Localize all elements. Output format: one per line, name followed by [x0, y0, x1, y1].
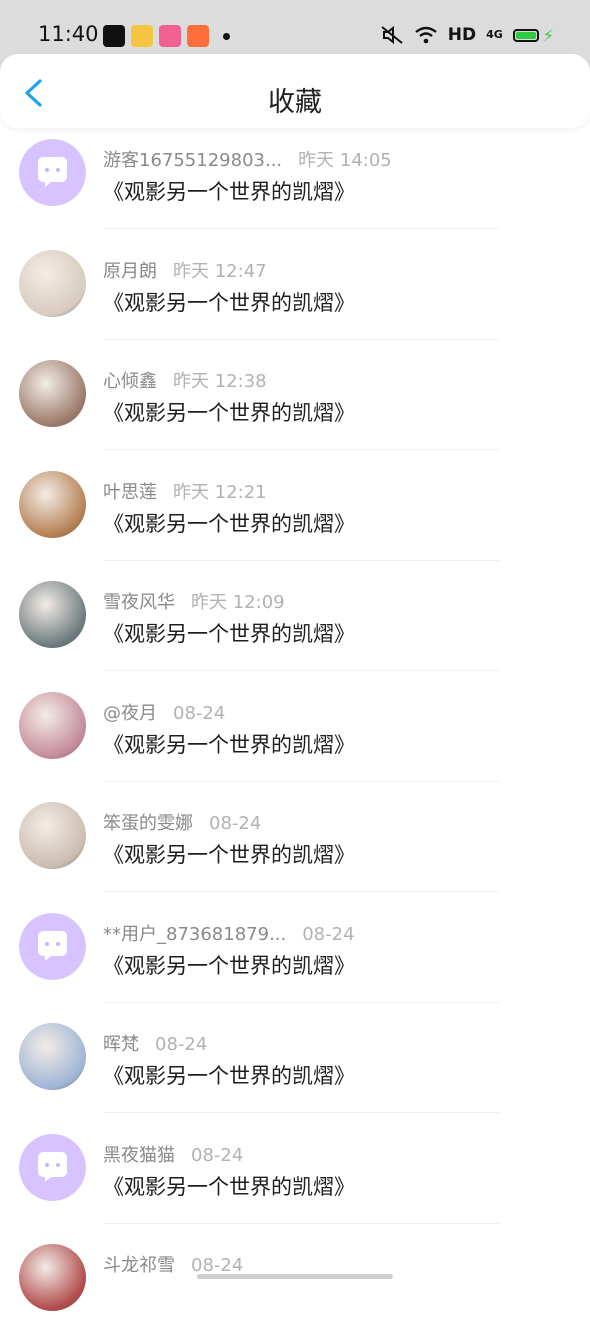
- avatar[interactable]: [19, 360, 86, 427]
- hd-label: HD: [447, 25, 477, 45]
- favorite-content[interactable]: 《观影另一个世界的凯熠》: [103, 176, 355, 206]
- timestamp: 08-24: [155, 1034, 208, 1055]
- battery-icon: [512, 28, 539, 42]
- charging-icon: ⚡: [542, 25, 554, 45]
- divider: [103, 228, 500, 229]
- item-meta: **用户_873681879... 08-24: [103, 920, 355, 946]
- notification-icons: [103, 25, 230, 47]
- page-title: 收藏: [268, 87, 322, 118]
- item-meta: 黑夜猫猫 08-24: [103, 1141, 243, 1167]
- avatar[interactable]: [19, 470, 86, 538]
- favorite-content[interactable]: 《观影另一个世界的凯熠》: [103, 839, 355, 869]
- avatar[interactable]: [19, 691, 86, 759]
- user-name[interactable]: 心倾鑫: [103, 371, 157, 392]
- timestamp: 昨天 12:09: [191, 592, 285, 613]
- item-meta: 游客16755129803... 昨天 14:05: [103, 146, 392, 172]
- avatar[interactable]: [19, 802, 86, 869]
- divider: [103, 1112, 500, 1113]
- divider: [103, 338, 500, 340]
- favorite-content[interactable]: 《观影另一个世界的凯熠》: [103, 397, 355, 427]
- divider: [103, 1222, 500, 1224]
- favorite-item[interactable]: 笨蛋的雯娜 08-24 《观影另一个世界的凯熠》: [0, 791, 590, 902]
- item-meta: 笨蛋的雯娜 08-24: [103, 809, 261, 835]
- favorite-content[interactable]: 《观影另一个世界的凯熠》: [103, 729, 355, 759]
- item-meta: 雪夜风华 昨天 12:09: [103, 588, 285, 614]
- mute-icon: [381, 25, 403, 45]
- chat-bubble-avatar-icon[interactable]: [19, 912, 86, 980]
- timestamp: 08-24: [191, 1255, 244, 1276]
- wifi-icon: [414, 26, 437, 44]
- favorite-content[interactable]: 《观影另一个世界的凯熠》: [103, 1171, 355, 1201]
- favorite-content[interactable]: 《观影另一个世界的凯熠》: [103, 618, 355, 648]
- system-icons: HD 4G ⚡: [380, 25, 554, 45]
- favorite-item[interactable]: 心倾鑫 昨天 12:38 《观影另一个世界的凯熠》: [0, 349, 590, 460]
- divider: [103, 670, 500, 671]
- favorite-item[interactable]: 游客16755129803... 昨天 14:05 《观影另一个世界的凯熠》: [0, 128, 590, 239]
- status-time: 11:40: [38, 22, 99, 46]
- item-meta: 晖梵 08-24: [103, 1030, 207, 1056]
- user-name[interactable]: @夜月: [103, 703, 157, 724]
- user-name[interactable]: 晖梵: [103, 1034, 139, 1055]
- user-name[interactable]: 原月朗: [103, 261, 157, 282]
- home-indicator[interactable]: [197, 1274, 393, 1279]
- user-name[interactable]: 笨蛋的雯娜: [103, 813, 193, 834]
- favorite-item[interactable]: **用户_873681879... 08-24 《观影另一个世界的凯熠》: [0, 902, 590, 1013]
- header: 收藏: [0, 54, 590, 128]
- favorite-content[interactable]: 《观影另一个世界的凯熠》: [103, 508, 355, 538]
- favorite-item[interactable]: @夜月 08-24 《观影另一个世界的凯熠》: [0, 681, 590, 792]
- favorite-item[interactable]: 晖梵 08-24 《观影另一个世界的凯熠》: [0, 1012, 590, 1123]
- user-name[interactable]: **用户_873681879...: [103, 924, 286, 945]
- user-name[interactable]: 游客16755129803...: [103, 150, 282, 171]
- weibo-icon: [131, 25, 153, 47]
- favorite-content[interactable]: 《观影另一个世界的凯熠》: [103, 287, 355, 317]
- user-name[interactable]: 叶思莲: [103, 482, 157, 503]
- user-name[interactable]: 斗龙祁雪: [103, 1255, 175, 1276]
- timestamp: 08-24: [191, 1144, 244, 1166]
- divider: [103, 449, 500, 450]
- user-name[interactable]: 雪夜风华: [103, 592, 175, 613]
- network-label: 4G: [486, 28, 503, 41]
- avatar[interactable]: [19, 1023, 86, 1090]
- favorites-list: 游客16755129803... 昨天 14:05 《观影另一个世界的凯熠》 原月朗昨…: [0, 128, 590, 1344]
- timestamp: 08-24: [302, 923, 355, 945]
- favorite-content[interactable]: 《观影另一个世界的凯熠》: [103, 1060, 355, 1090]
- favorite-item[interactable]: 黑夜猫猫 08-24 《观影另一个世界的凯熠》: [0, 1123, 590, 1234]
- chat-bubble-avatar-icon[interactable]: [19, 1133, 86, 1201]
- favorite-content[interactable]: 《观影另一个世界的凯熠》: [103, 950, 355, 980]
- divider: [103, 1001, 500, 1003]
- avatar[interactable]: [19, 581, 86, 648]
- item-meta: 原月朗 昨天 12:47: [103, 257, 267, 283]
- divider: [103, 780, 500, 782]
- item-meta: @夜月 08-24: [103, 699, 225, 725]
- avatar[interactable]: [19, 1244, 86, 1311]
- favorite-item[interactable]: 叶思莲 昨天 12:21 《观影另一个世界的凯熠》: [0, 460, 590, 571]
- more-notifications-icon: [223, 32, 230, 40]
- item-meta: 叶思莲 昨天 12:21: [103, 478, 267, 504]
- favorite-item[interactable]: 原月朗 昨天 12:47 《观影另一个世界的凯熠》: [0, 239, 590, 350]
- timestamp: 昨天 12:47: [173, 260, 267, 282]
- favorite-item[interactable]: 雪夜风华 昨天 12:09 《观影另一个世界的凯熠》: [0, 570, 590, 681]
- tiktok-icon: [103, 25, 125, 47]
- chat-bubble-avatar-icon[interactable]: [19, 139, 86, 206]
- favorite-item[interactable]: 斗龙祁雪 08-24: [0, 1233, 590, 1344]
- bilibili-icon: [159, 25, 181, 47]
- timestamp: 昨天 14:05: [298, 150, 392, 171]
- app-icon: [187, 25, 209, 47]
- timestamp: 昨天 12:21: [173, 481, 267, 503]
- timestamp: 08-24: [173, 702, 226, 724]
- divider: [103, 891, 500, 892]
- item-meta: 心倾鑫 昨天 12:38: [103, 367, 267, 393]
- timestamp: 昨天 12:38: [173, 371, 267, 392]
- timestamp: 08-24: [209, 813, 262, 834]
- avatar[interactable]: [19, 249, 86, 317]
- divider: [103, 559, 500, 561]
- user-name[interactable]: 黑夜猫猫: [103, 1145, 175, 1166]
